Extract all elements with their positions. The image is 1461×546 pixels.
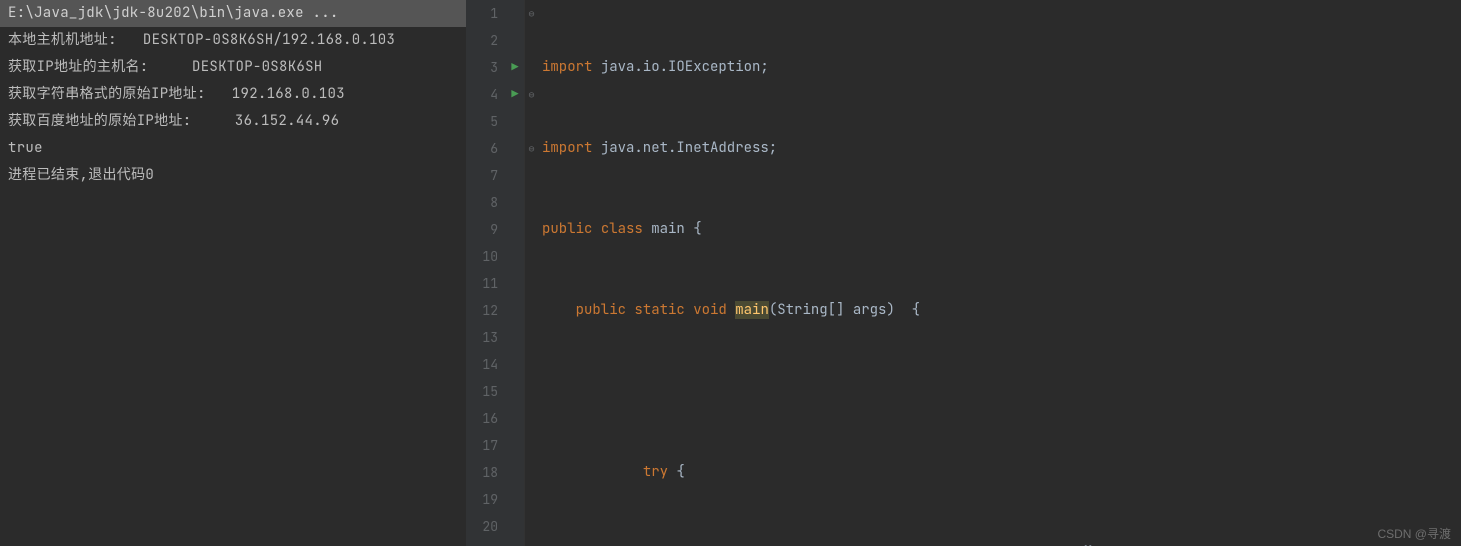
code-line[interactable]: try { xyxy=(538,459,1461,486)
console-command-line: E:\Java_jdk\jdk-8u202\bin\java.exe ... xyxy=(0,0,466,27)
console-line: 获取字符串格式的原始IP地址: 192.168.0.103 xyxy=(0,81,466,108)
line-number[interactable]: 11 xyxy=(466,270,506,297)
code-line[interactable]: public static void main(String[] args) { xyxy=(538,297,1461,324)
code-line[interactable] xyxy=(538,378,1461,405)
console-line: 获取百度地址的原始IP地址: 36.152.44.96 xyxy=(0,108,466,135)
line-number[interactable]: 4 xyxy=(466,81,506,108)
fold-gutter: ⊖ ⊖ ⊖ xyxy=(524,0,538,546)
line-number[interactable]: 19 xyxy=(466,486,506,513)
line-number[interactable]: 18 xyxy=(466,459,506,486)
line-number[interactable]: 1 xyxy=(466,0,506,27)
line-number[interactable]: 5 xyxy=(466,108,506,135)
line-number[interactable]: 16 xyxy=(466,405,506,432)
line-number[interactable]: 10 xyxy=(466,243,506,270)
code-line[interactable]: import java.io.IOException; xyxy=(538,54,1461,81)
code-area[interactable]: import java.io.IOException; import java.… xyxy=(538,0,1461,546)
run-icon[interactable]: ▶ xyxy=(506,54,524,81)
line-number[interactable]: 8 xyxy=(466,189,506,216)
console-line: 获取IP地址的主机名: DESKTOP-0S8K6SH xyxy=(0,54,466,81)
line-number[interactable]: 15 xyxy=(466,378,506,405)
run-icon[interactable]: ▶ xyxy=(506,81,524,108)
run-gutter: ▶ ▶ xyxy=(506,0,524,546)
console-exit-line: 进程已结束,退出代码0 xyxy=(0,162,466,189)
code-line[interactable]: public class main { xyxy=(538,216,1461,243)
line-number[interactable]: 3 xyxy=(466,54,506,81)
line-number[interactable]: 14 xyxy=(466,351,506,378)
line-number[interactable]: 9 xyxy=(466,216,506,243)
watermark: CSDN @寻渡 xyxy=(1377,525,1451,542)
fold-icon[interactable]: ⊖ xyxy=(525,0,538,27)
console-output-panel[interactable]: E:\Java_jdk\jdk-8u202\bin\java.exe ... 本… xyxy=(0,0,466,546)
code-line[interactable]: import java.net.InetAddress; xyxy=(538,135,1461,162)
line-number[interactable]: 12 xyxy=(466,297,506,324)
console-line: true xyxy=(0,135,466,162)
line-number-gutter[interactable]: 1 2 3 4 5 6 7 8 9 10 11 12 13 14 15 16 1… xyxy=(466,0,506,546)
fold-icon[interactable]: ⊖ xyxy=(525,81,538,108)
line-number[interactable]: 20 xyxy=(466,513,506,540)
line-number[interactable]: 2 xyxy=(466,27,506,54)
fold-icon[interactable]: ⊖ xyxy=(525,135,538,162)
line-number[interactable]: 7 xyxy=(466,162,506,189)
console-line: 本地主机机地址: DESKTOP-0S8K6SH/192.168.0.103 xyxy=(0,27,466,54)
code-editor[interactable]: 1 2 3 4 5 6 7 8 9 10 11 12 13 14 15 16 1… xyxy=(466,0,1461,546)
code-line[interactable]: InetAddress localHost = InetAddress.getL… xyxy=(538,540,1461,546)
line-number[interactable]: 17 xyxy=(466,432,506,459)
line-number[interactable]: 6 xyxy=(466,135,506,162)
line-number[interactable]: 13 xyxy=(466,324,506,351)
